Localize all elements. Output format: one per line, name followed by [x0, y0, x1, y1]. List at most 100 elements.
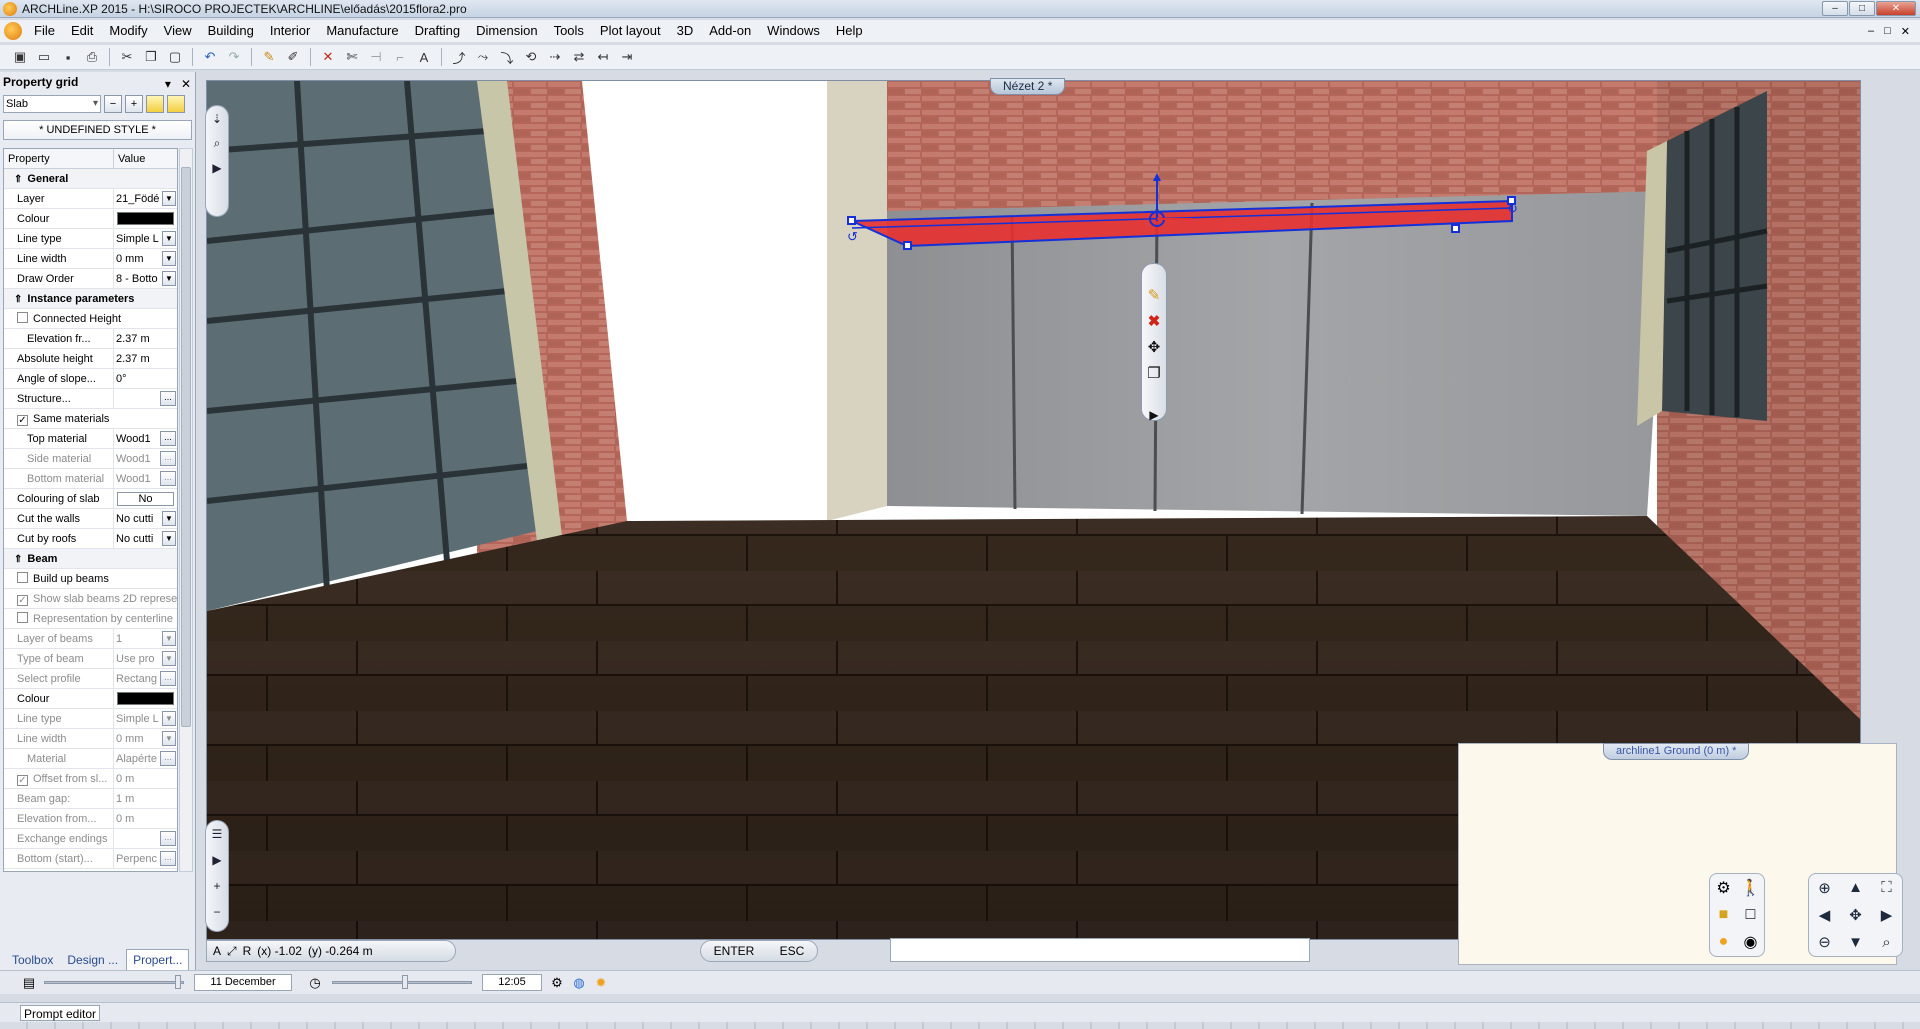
dropdown-arrow-icon[interactable]: ▼: [162, 271, 176, 286]
grid-section-header[interactable]: General: [4, 169, 177, 189]
walk-down-icon[interactable]: ⇣: [212, 112, 222, 126]
property-value[interactable]: Simple L ▼: [114, 229, 177, 248]
sun-icon[interactable]: ●: [1719, 933, 1729, 951]
maximize-button[interactable]: □: [1849, 1, 1875, 16]
save-icon[interactable]: ▪: [58, 47, 78, 67]
clock-icon[interactable]: ◷: [306, 974, 324, 992]
property-value[interactable]: Wood1...: [114, 469, 177, 488]
property-value[interactable]: 0°: [114, 369, 177, 388]
property-value[interactable]: 2.37 m: [114, 329, 177, 348]
cube-shaded-icon[interactable]: ■: [1719, 906, 1729, 924]
property-value[interactable]: 0 m: [114, 769, 177, 788]
checkbox[interactable]: ✓: [17, 775, 28, 786]
cube-wire-icon[interactable]: □: [1746, 906, 1756, 924]
list-icon[interactable]: ☰: [212, 827, 223, 841]
doc-minimize-button[interactable]: –: [1868, 25, 1874, 38]
menu-tools[interactable]: Tools: [546, 20, 592, 42]
snap-a-icon[interactable]: A: [213, 944, 221, 958]
toggle-value[interactable]: No: [117, 492, 174, 506]
draw-8-icon[interactable]: ⇥: [617, 47, 637, 67]
menu-edit[interactable]: Edit: [63, 20, 101, 42]
camera-icon[interactable]: ⚙: [1716, 878, 1730, 898]
redo-icon[interactable]: ↷: [224, 47, 244, 67]
menu-interior[interactable]: Interior: [262, 20, 318, 42]
dropdown-arrow-icon[interactable]: ▼: [162, 531, 176, 546]
menu-building[interactable]: Building: [200, 20, 262, 42]
menu-windows[interactable]: Windows: [759, 20, 828, 42]
ellipsis-button[interactable]: ...: [160, 451, 176, 466]
element-type-select[interactable]: Slab: [3, 95, 101, 113]
property-value[interactable]: ...: [114, 829, 177, 848]
orbit-icon[interactable]: ✥: [1849, 906, 1862, 924]
pan-right-icon[interactable]: ▶: [1881, 906, 1893, 924]
zoom-window-icon[interactable]: ⌕: [1882, 934, 1890, 951]
property-value[interactable]: ...: [114, 389, 177, 408]
grid-section-header[interactable]: Beam: [4, 549, 177, 569]
dropdown-arrow-icon[interactable]: ▼: [162, 231, 176, 246]
walk-person-icon[interactable]: 🚶: [1741, 878, 1761, 898]
move-icon[interactable]: ✥: [1148, 338, 1161, 356]
menu-drafting[interactable]: Drafting: [407, 20, 469, 42]
open-icon[interactable]: ▭: [34, 47, 54, 67]
ellipsis-button[interactable]: ...: [160, 431, 176, 446]
property-value[interactable]: Alapérte...: [114, 749, 177, 768]
checkbox[interactable]: ✓: [17, 595, 28, 606]
property-value[interactable]: 21_Födé ▼: [114, 189, 177, 208]
property-value[interactable]: 1 ▼: [114, 629, 177, 648]
property-value[interactable]: 1 m: [114, 789, 177, 808]
property-value[interactable]: Use pro ▼: [114, 649, 177, 668]
prompt-editor-label[interactable]: Prompt editor: [20, 1005, 101, 1021]
dropdown-arrow-icon[interactable]: ▼: [162, 511, 176, 526]
property-value[interactable]: Rectang...: [114, 669, 177, 688]
view-tab-nezet-2[interactable]: Nézet 2 *: [990, 78, 1066, 95]
new-icon[interactable]: ▣: [10, 47, 30, 67]
color-swatch[interactable]: [117, 692, 174, 705]
zoom-in-icon[interactable]: +: [213, 879, 220, 893]
dropdown-arrow-icon[interactable]: ▼: [162, 651, 176, 666]
delete-icon[interactable]: ✕: [318, 47, 338, 67]
paste-icon[interactable]: ▢: [165, 47, 185, 67]
zoom-out-icon[interactable]: −: [213, 905, 220, 919]
play-icon[interactable]: ▶: [212, 853, 221, 867]
date-field[interactable]: 11 December: [194, 974, 292, 991]
dropdown-arrow-icon[interactable]: ▼: [162, 251, 176, 266]
ellipsis-button[interactable]: ...: [160, 751, 176, 766]
property-value[interactable]: 0 mm ▼: [114, 729, 177, 748]
property-value[interactable]: Wood1...: [114, 429, 177, 448]
menu-manufacture[interactable]: Manufacture: [318, 20, 406, 42]
property-value[interactable]: 2.37 m: [114, 349, 177, 368]
pan-left-icon[interactable]: ◀: [1819, 906, 1831, 924]
doc-restore-button[interactable]: □: [1884, 25, 1891, 38]
draw-7-icon[interactable]: ↤: [593, 47, 613, 67]
checkbox[interactable]: [17, 312, 28, 323]
collapse-icon[interactable]: −: [104, 95, 122, 113]
menu-plot-layout[interactable]: Plot layout: [592, 20, 669, 42]
dropdown-arrow-icon[interactable]: ▼: [162, 191, 176, 206]
zoom-out-magnifier-icon[interactable]: ⊖: [1818, 933, 1831, 951]
copy-layers-icon[interactable]: ❐: [1147, 364, 1160, 382]
time-field[interactable]: 12:05: [482, 974, 542, 991]
delete-x-icon[interactable]: ✖: [1148, 312, 1161, 330]
property-value[interactable]: [114, 209, 177, 228]
ellipsis-button[interactable]: ...: [160, 851, 176, 866]
checkbox[interactable]: ✓: [17, 415, 28, 426]
property-value[interactable]: [114, 689, 177, 708]
draw-2-icon[interactable]: ⤳: [473, 47, 493, 67]
expand-arrow-icon[interactable]: ▶: [212, 161, 221, 175]
corner-icon[interactable]: ⌐: [390, 47, 410, 67]
app-menu-icon[interactable]: [4, 22, 22, 40]
calendar-icon[interactable]: ▤: [20, 974, 38, 992]
pen-icon[interactable]: ✐: [283, 47, 303, 67]
property-value[interactable]: Wood1...: [114, 449, 177, 468]
grid-section-header[interactable]: Instance parameters: [4, 289, 177, 309]
brush-icon[interactable]: ✎: [259, 47, 279, 67]
checkbox[interactable]: [17, 612, 28, 623]
draw-3-icon[interactable]: ⤵: [497, 47, 517, 67]
menu-3d[interactable]: 3D: [669, 20, 702, 42]
draw-5-icon[interactable]: ⇢: [545, 47, 565, 67]
color-swatch[interactable]: [117, 212, 174, 225]
trim-icon[interactable]: ✄: [342, 47, 362, 67]
globe-icon[interactable]: ◍: [570, 974, 588, 992]
copy-icon[interactable]: ❐: [141, 47, 161, 67]
menu-file[interactable]: File: [26, 20, 63, 42]
